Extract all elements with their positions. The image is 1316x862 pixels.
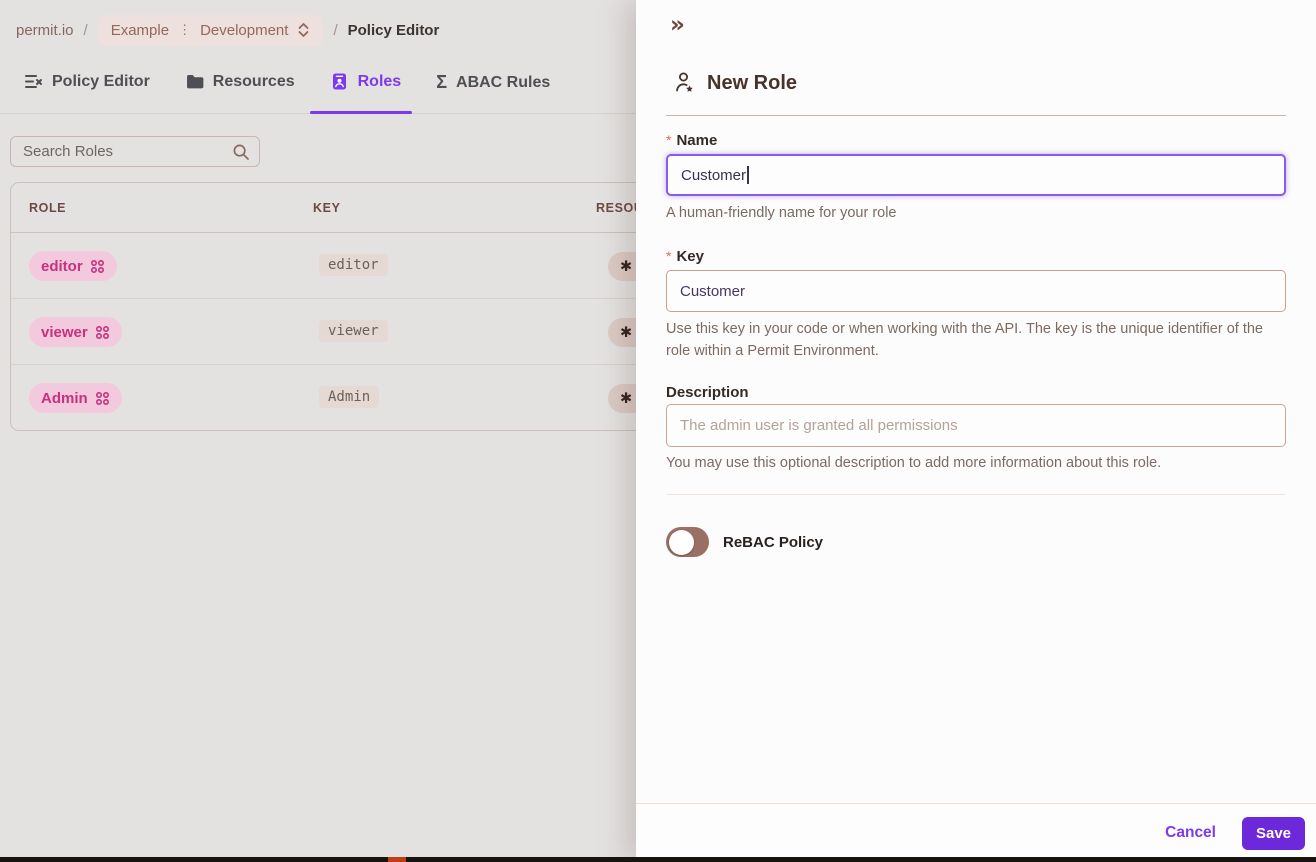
- save-button[interactable]: Save: [1242, 816, 1305, 850]
- role-key-chip: editor: [319, 254, 388, 276]
- name-label-text: Name: [676, 132, 718, 149]
- tab-roles[interactable]: Roles: [330, 72, 402, 91]
- screen-bottom-edge: [0, 857, 1316, 862]
- folder-icon: [185, 72, 204, 91]
- tab-label: Roles: [357, 72, 402, 90]
- column-header-role: ROLE: [29, 201, 67, 215]
- rebac-policy-label: ReBAC Policy: [723, 533, 824, 551]
- environment-selector[interactable]: Example ⋮ Development: [97, 14, 324, 46]
- role-key-grid-icon: [95, 325, 110, 340]
- required-marker: *: [666, 132, 672, 148]
- sigma-icon: Σ: [436, 72, 448, 92]
- search-roles-box: [10, 136, 260, 167]
- role-badge[interactable]: editor: [29, 251, 117, 281]
- search-roles-input[interactable]: [11, 143, 232, 160]
- project-name: Example: [110, 21, 170, 39]
- key-input[interactable]: [666, 270, 1286, 312]
- tab-label: Policy Editor: [52, 72, 150, 90]
- environment-name: Development: [200, 21, 289, 39]
- role-badge-label: editor: [41, 257, 83, 275]
- breadcrumb-separator: /: [83, 21, 88, 39]
- breadcrumb-page: Policy Editor: [347, 21, 440, 39]
- name-input-value: Customer: [681, 166, 747, 184]
- description-label: Description: [666, 384, 749, 401]
- asterisk-icon: ✱: [620, 258, 633, 275]
- active-tab-indicator: [310, 111, 412, 114]
- role-key-grid-icon: [95, 391, 110, 406]
- asterisk-icon: ✱: [620, 324, 633, 341]
- required-marker: *: [666, 248, 672, 264]
- column-header-key: KEY: [313, 201, 341, 215]
- collapse-drawer-icon[interactable]: »: [670, 12, 685, 38]
- rebac-policy-toggle[interactable]: [666, 527, 709, 557]
- drawer-title-text: New Role: [707, 71, 798, 94]
- chevron-updown-icon: [297, 22, 310, 38]
- rebac-policy-row: ReBAC Policy: [666, 527, 823, 557]
- id-badge-icon: [330, 72, 349, 91]
- role-key-chip: Admin: [319, 386, 380, 408]
- toggle-knob: [668, 529, 694, 555]
- tab-label: ABAC Rules: [456, 73, 551, 91]
- title-divider: [666, 115, 1286, 116]
- breadcrumb: permit.io / Example ⋮ Development / Poli…: [16, 14, 439, 46]
- search-icon[interactable]: [232, 143, 250, 161]
- section-divider: [666, 494, 1286, 495]
- cancel-button[interactable]: Cancel: [1165, 824, 1216, 842]
- new-role-person-star-icon: [674, 71, 696, 95]
- name-helper-text: A human-friendly name for your role: [666, 205, 897, 221]
- key-label-text: Key: [676, 248, 704, 265]
- project-env-separator: ⋮: [178, 22, 192, 37]
- text-caret: [747, 166, 749, 184]
- role-badge[interactable]: viewer: [29, 317, 122, 347]
- rule-list-icon: [24, 72, 43, 91]
- description-input[interactable]: [666, 404, 1286, 447]
- breadcrumb-separator: /: [333, 21, 338, 39]
- screen-bottom-edge-accent: [388, 857, 406, 862]
- tab-bar: Policy Editor Resources Roles Σ ABAC Rul…: [24, 72, 550, 112]
- name-label: * Name: [666, 132, 717, 149]
- key-label: * Key: [666, 248, 704, 265]
- tab-policy-editor[interactable]: Policy Editor: [24, 72, 150, 91]
- tab-resources[interactable]: Resources: [185, 72, 295, 91]
- role-key-grid-icon: [90, 259, 105, 274]
- role-badge-label: Admin: [41, 389, 88, 407]
- asterisk-icon: ✱: [620, 390, 633, 407]
- key-helper-text: Use this key in your code or when workin…: [666, 321, 1263, 359]
- role-badge-label: viewer: [41, 323, 88, 341]
- tab-abac-rules[interactable]: Σ ABAC Rules: [436, 72, 550, 93]
- tab-label: Resources: [212, 72, 295, 90]
- role-key-chip: viewer: [319, 320, 388, 342]
- description-helper-text: You may use this optional description to…: [666, 455, 1162, 471]
- role-badge[interactable]: Admin: [29, 383, 122, 413]
- drawer-title: New Role: [674, 71, 797, 95]
- drawer-footer: Cancel Save: [636, 803, 1316, 862]
- new-role-drawer: » New Role * Name Customer A human-friend…: [636, 0, 1316, 862]
- breadcrumb-app[interactable]: permit.io: [16, 22, 74, 39]
- name-input[interactable]: Customer: [666, 154, 1286, 196]
